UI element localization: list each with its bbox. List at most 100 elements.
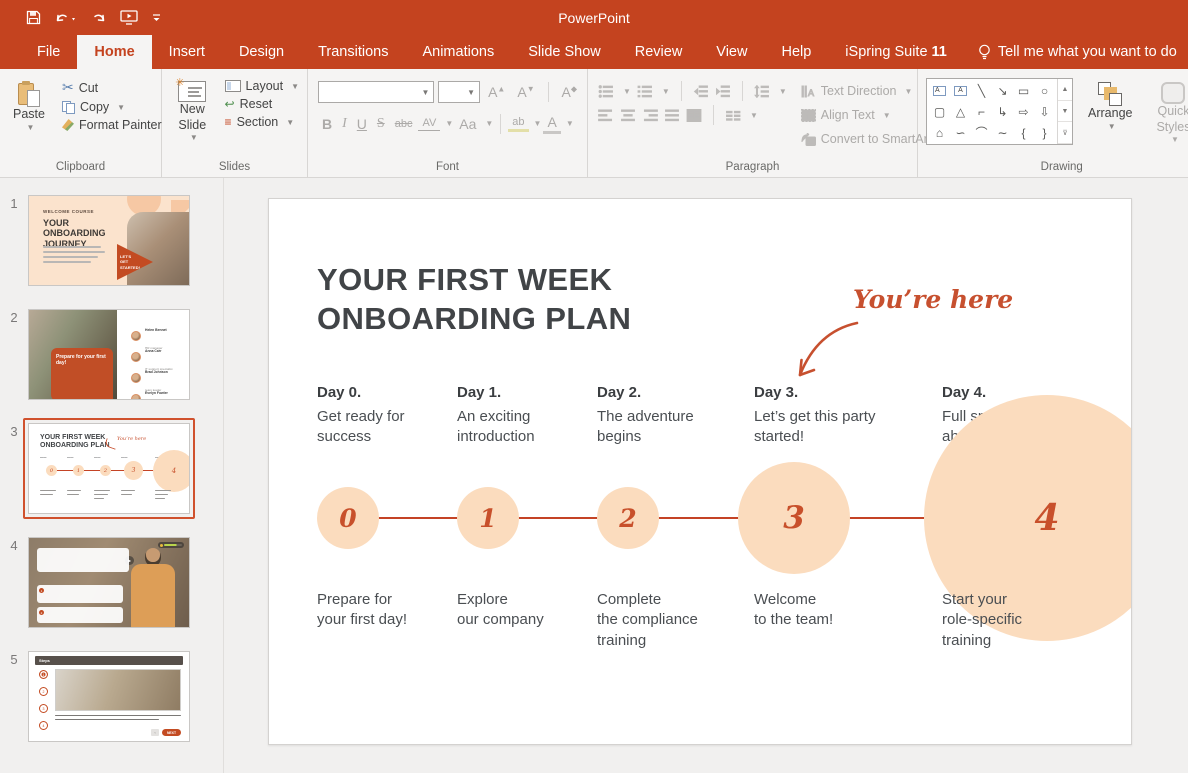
- slide-thumbnail-4[interactable]: ▶ 1 2: [28, 537, 190, 628]
- reset-icon: ↩: [225, 97, 235, 111]
- person-figure: [131, 564, 175, 628]
- gallery-scroll-up-icon[interactable]: ▲: [1058, 79, 1072, 101]
- character-spacing-button[interactable]: AV: [418, 116, 440, 131]
- shapes-gallery: A A ╲ ↘ ▭ ○ ▢ △ ⌐ ↳ ⇨ ⇩ ⌂ ∽ ⌒ ∼ {: [926, 78, 1073, 145]
- tab-review[interactable]: Review: [618, 35, 700, 69]
- arrow-icon[interactable]: ↘: [992, 80, 1013, 101]
- right-block-arrow-icon[interactable]: ⇨: [1013, 101, 1034, 122]
- layout-button[interactable]: Layout▼: [221, 77, 303, 95]
- gallery-scroll-down-icon[interactable]: ▼: [1058, 101, 1072, 123]
- day-1-caption[interactable]: Exploreour company: [457, 590, 607, 631]
- tab-help[interactable]: Help: [764, 35, 828, 69]
- clear-formatting-button[interactable]: A◆: [558, 83, 582, 101]
- quick-styles-button[interactable]: Quick Styles ▼: [1147, 78, 1188, 149]
- oval-icon[interactable]: ○: [1034, 80, 1055, 101]
- tab-home[interactable]: Home: [77, 35, 151, 69]
- new-slide-button[interactable]: ✳ New Slide ▼: [170, 77, 215, 147]
- numbering-icon[interactable]: [637, 85, 653, 98]
- text-box-icon[interactable]: A: [929, 80, 950, 101]
- freeform-icon[interactable]: ⌂: [929, 122, 950, 143]
- reset-button[interactable]: ↩Reset: [221, 95, 303, 113]
- ribbon: Paste ▼ ✂Cut Copy▼ Format Painter Clipbo…: [0, 69, 1188, 178]
- rounded-rectangle-icon[interactable]: ▢: [929, 101, 950, 122]
- left-brace-icon[interactable]: {: [1013, 122, 1034, 143]
- strikethrough-button[interactable]: abc: [391, 117, 417, 131]
- columns-icon[interactable]: [686, 109, 702, 122]
- italic-button[interactable]: I: [338, 115, 351, 133]
- day-2-header[interactable]: Day 2. The adventurebegins: [597, 384, 747, 448]
- tab-animations[interactable]: Animations: [405, 35, 511, 69]
- line-icon[interactable]: ╲: [971, 80, 992, 101]
- day-0-caption[interactable]: Prepare foryour first day!: [317, 590, 467, 631]
- elbow-connector-icon[interactable]: ⌐: [971, 101, 992, 122]
- add-or-remove-columns-icon[interactable]: [725, 109, 741, 122]
- decrease-indent-icon[interactable]: [693, 85, 709, 98]
- scribble-icon[interactable]: ∽: [950, 122, 971, 143]
- font-color-button[interactable]: A: [543, 113, 560, 134]
- copy-button[interactable]: Copy▼: [58, 98, 166, 116]
- day-4-caption[interactable]: Start yourrole-specifictraining: [942, 590, 1092, 651]
- day-3-header[interactable]: Day 3. Let’s get this partystarted!: [754, 384, 904, 448]
- cut-icon: ✂: [62, 79, 74, 96]
- grow-font-button[interactable]: A▲: [484, 83, 509, 101]
- selected-slide-highlight: YOUR FIRST WEEKONBOARDING PLAN You’re he…: [23, 418, 195, 519]
- tab-design[interactable]: Design: [222, 35, 301, 69]
- triangle-icon[interactable]: △: [950, 101, 971, 122]
- section-button[interactable]: ≡Section▼: [221, 113, 303, 131]
- timeline-circle-2[interactable]: 2: [597, 487, 659, 549]
- align-right-icon[interactable]: [642, 109, 658, 122]
- format-painter-button[interactable]: Format Painter: [58, 116, 166, 134]
- align-left-icon[interactable]: [598, 109, 614, 122]
- rectangle-icon[interactable]: ▭: [1013, 80, 1034, 101]
- line-spacing-icon[interactable]: [754, 85, 770, 98]
- tab-transitions[interactable]: Transitions: [301, 35, 405, 69]
- change-case-button[interactable]: Aa: [455, 115, 480, 133]
- tab-insert[interactable]: Insert: [152, 35, 222, 69]
- slide-canvas[interactable]: YOUR FIRST WEEKONBOARDING PLAN You’re he…: [268, 198, 1132, 745]
- thumbnail-photo: [127, 212, 189, 286]
- font-size-combobox[interactable]: ▼: [438, 81, 480, 103]
- elbow-arrow-connector-icon[interactable]: ↳: [992, 101, 1013, 122]
- arrange-button[interactable]: Arrange ▼: [1083, 78, 1137, 136]
- timeline-circle-0[interactable]: 0: [317, 487, 379, 549]
- gallery-more-icon[interactable]: ⊽: [1058, 122, 1072, 144]
- tab-slide-show[interactable]: Slide Show: [511, 35, 618, 69]
- slide-thumbnail-3[interactable]: YOUR FIRST WEEKONBOARDING PLAN You’re he…: [28, 423, 190, 514]
- cut-button[interactable]: ✂Cut: [58, 77, 166, 98]
- slide-title[interactable]: YOUR FIRST WEEKONBOARDING PLAN: [317, 261, 631, 339]
- timeline-circle-3[interactable]: 3: [738, 462, 850, 574]
- shapes-gallery-scrollbar[interactable]: ▲ ▼ ⊽: [1057, 79, 1072, 144]
- down-block-arrow-icon[interactable]: ⇩: [1034, 101, 1055, 122]
- right-brace-icon[interactable]: }: [1034, 122, 1055, 143]
- underline-button[interactable]: U: [353, 115, 371, 133]
- text-shadow-button[interactable]: S: [373, 115, 389, 133]
- align-center-icon[interactable]: [620, 109, 636, 122]
- slide-thumbnail-2[interactable]: Prepare for your first day! Helen Bennet…: [28, 309, 190, 400]
- tell-me-box[interactable]: Tell me what you want to do: [978, 35, 1177, 69]
- increase-indent-icon[interactable]: [715, 85, 731, 98]
- curve-icon[interactable]: ∼: [992, 122, 1013, 143]
- bold-button[interactable]: B: [318, 115, 336, 133]
- paste-dropdown-icon[interactable]: ▼: [27, 123, 35, 133]
- paste-button[interactable]: Paste ▼: [8, 77, 50, 137]
- font-name-combobox[interactable]: ▼: [318, 81, 434, 103]
- day-3-caption[interactable]: Welcometo the team!: [754, 590, 904, 631]
- vertical-text-box-icon[interactable]: A: [950, 80, 971, 101]
- lightbulb-icon: [978, 44, 991, 61]
- shrink-font-button[interactable]: A▼: [513, 83, 538, 101]
- day-1-header[interactable]: Day 1. An excitingintroduction: [457, 384, 607, 448]
- tab-file[interactable]: File: [20, 35, 77, 69]
- day-0-header[interactable]: Day 0. Get ready forsuccess: [317, 384, 467, 448]
- day-2-caption[interactable]: Completethe compliancetraining: [597, 590, 747, 651]
- timeline-circle-1[interactable]: 1: [457, 487, 519, 549]
- slide-thumbnail-5[interactable]: Steps 1 2 3 4 ‹ NEXT: [28, 651, 190, 742]
- youre-here-annotation[interactable]: You’re here: [853, 285, 1013, 314]
- tab-ispring-suite[interactable]: iSpring Suite 11: [828, 35, 964, 69]
- justify-icon[interactable]: [664, 109, 680, 122]
- highlight-color-button[interactable]: ab: [508, 115, 528, 132]
- tab-view[interactable]: View: [699, 35, 764, 69]
- arc-icon[interactable]: ⌒: [971, 122, 992, 143]
- bullets-icon[interactable]: [598, 85, 614, 98]
- slide-thumbnail-1[interactable]: WELCOME COURSE YOUR ONBOARDING JOURNEY L…: [28, 195, 190, 286]
- group-label-font: Font: [308, 161, 587, 173]
